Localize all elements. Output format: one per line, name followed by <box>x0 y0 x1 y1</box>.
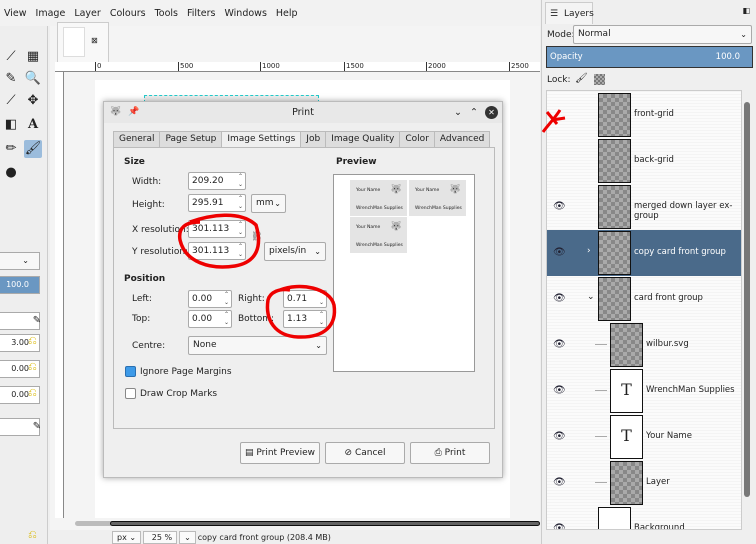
red-annotations <box>177 109 566 339</box>
annotation-circle-margins <box>265 284 337 339</box>
annotation-circle-resolution <box>177 213 261 269</box>
annotation-x-mark <box>541 109 566 133</box>
